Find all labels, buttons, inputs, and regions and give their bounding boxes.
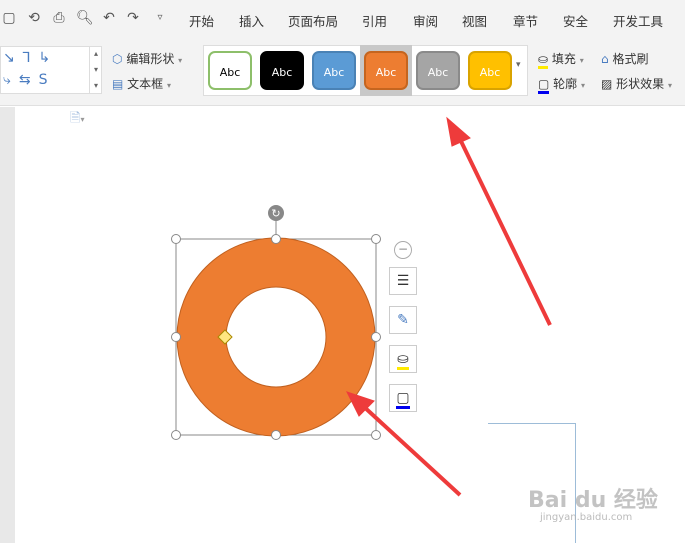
arrowhead [446, 116, 471, 147]
shape-outline-button[interactable]: ▢ [389, 384, 417, 412]
resize-handle[interactable] [271, 430, 281, 440]
layout-options-button[interactable]: ☰ [389, 267, 417, 295]
arrow-to-styles [456, 134, 552, 326]
shape-fill-button[interactable]: ⛀ [389, 345, 417, 373]
donut-hole [225, 286, 327, 388]
watermark-url: jingyan.baidu.com [540, 512, 633, 523]
arrow-to-shape [360, 403, 462, 497]
resize-handle[interactable] [371, 234, 381, 244]
resize-handle[interactable] [371, 332, 381, 342]
watermark-logo: Bai du 经验 [528, 488, 658, 513]
collapse-icon[interactable]: − [394, 241, 412, 259]
resize-handle[interactable] [171, 430, 181, 440]
canvas: ↻ [175, 116, 552, 497]
text-wrap-icon: ☰ [396, 273, 410, 289]
resize-handle[interactable] [271, 234, 281, 244]
rotate-icon: ↻ [271, 207, 280, 220]
resize-handle[interactable] [171, 332, 181, 342]
fill-bucket-icon: ⛀ [397, 351, 409, 370]
outline-icon: ▢ [396, 390, 410, 409]
resize-handle[interactable] [171, 234, 181, 244]
brush-icon: ✎ [397, 312, 409, 328]
resize-handle[interactable] [371, 430, 381, 440]
shape-style-button[interactable]: ✎ [389, 306, 417, 334]
